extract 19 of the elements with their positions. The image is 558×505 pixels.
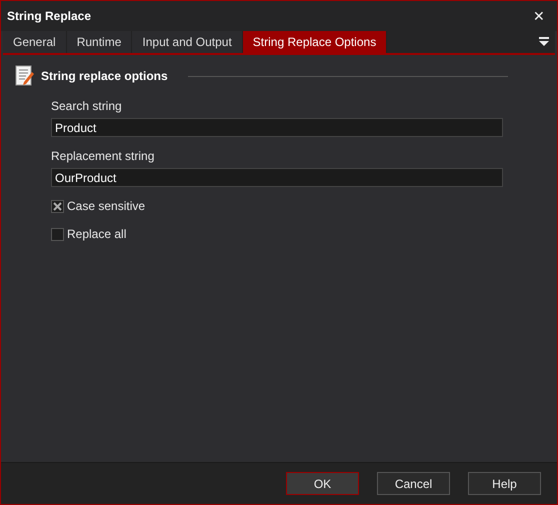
close-button[interactable]: ✕ — [527, 9, 551, 23]
checkbox[interactable] — [51, 200, 64, 212]
input-field[interactable]: Product — [51, 118, 503, 137]
field-label: Replacement string — [51, 148, 156, 165]
input-field[interactable]: OurProduct — [51, 168, 503, 187]
tab[interactable]: Runtime — [66, 31, 132, 53]
checkbox-label: Case sensitive — [67, 198, 146, 215]
document-edit-icon — [15, 65, 35, 87]
field-label: Search string — [51, 98, 123, 115]
dialog-button[interactable]: Cancel — [377, 472, 450, 495]
window-title: String Replace — [7, 8, 92, 25]
tab[interactable]: String Replace Options — [242, 31, 388, 53]
checkbox-label: Replace all — [67, 226, 126, 243]
tab[interactable]: Input and Output — [132, 31, 243, 53]
tab[interactable]: General — [3, 31, 67, 53]
checkbox[interactable] — [51, 228, 64, 240]
dialog-button[interactable]: Help — [468, 472, 541, 495]
dialog-button[interactable]: OK — [286, 472, 359, 495]
section-title: String replace options — [41, 68, 168, 85]
